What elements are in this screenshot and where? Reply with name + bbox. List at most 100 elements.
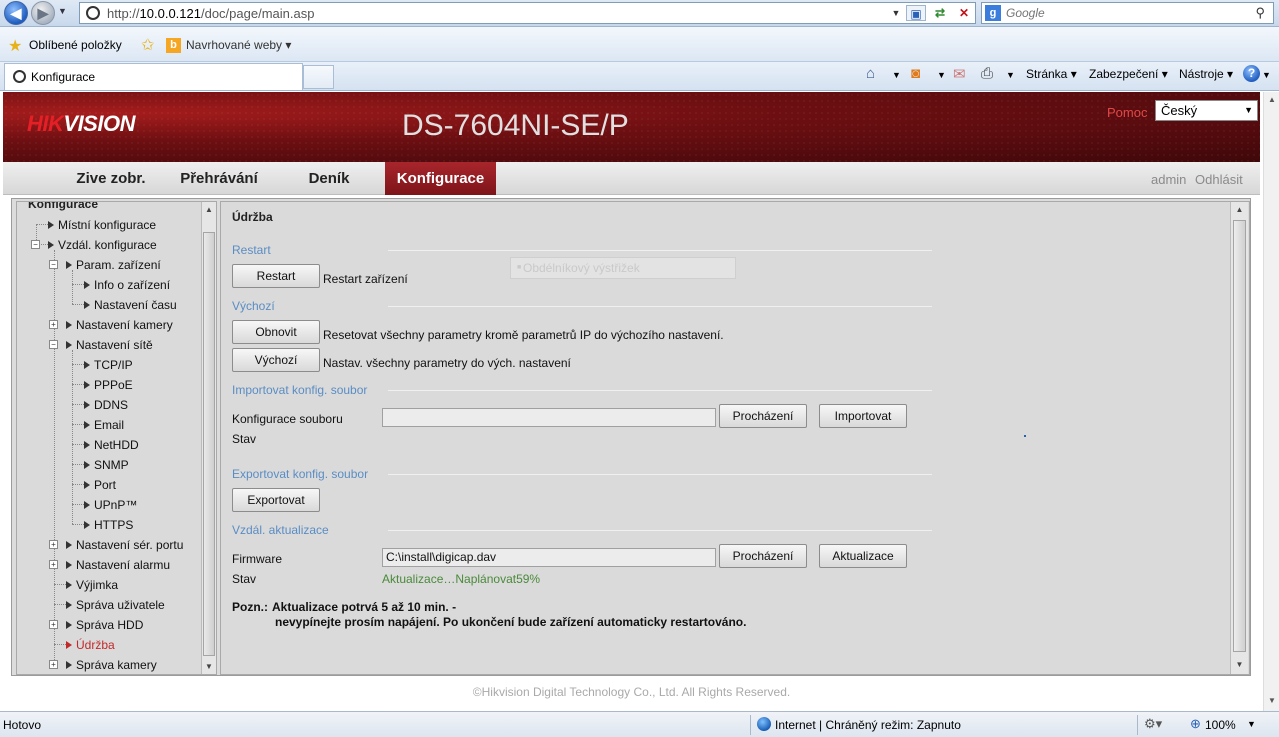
tree-scroll-thumb[interactable] — [203, 232, 215, 656]
history-dropdown-icon[interactable]: ▼ — [58, 6, 67, 16]
language-select[interactable]: Český ▼ — [1155, 100, 1258, 121]
config-file-field[interactable] — [382, 408, 716, 427]
scroll-down-icon[interactable]: ▼ — [1231, 657, 1248, 673]
google-icon[interactable]: g — [985, 5, 1001, 21]
import-button[interactable]: Importovat — [819, 404, 907, 428]
expand-camera-management-icon[interactable]: + — [49, 660, 58, 669]
tree-item-upnp[interactable]: UPnP™ — [84, 498, 137, 512]
print-dropdown-icon[interactable]: ▼ — [1006, 70, 1015, 80]
home-dropdown-icon[interactable]: ▼ — [892, 70, 901, 80]
zoom-dropdown-icon[interactable]: ▼ — [1247, 719, 1256, 729]
default-button[interactable]: Výchozí — [232, 348, 320, 372]
scroll-up-icon[interactable]: ▲ — [202, 202, 216, 217]
mail-icon[interactable]: ✉ — [953, 65, 966, 83]
favorites-button[interactable]: Oblíbené položky — [29, 38, 122, 52]
url-field[interactable]: http://10.0.0.121/doc/page/main.asp ▼ ▣ … — [79, 2, 976, 24]
tree-item-hdd-management[interactable]: Správa HDD — [66, 618, 143, 632]
tree-item-ddns[interactable]: DDNS — [84, 398, 128, 412]
url-dropdown-icon[interactable]: ▼ — [886, 5, 906, 21]
tree-item-network-settings[interactable]: Nastavení sítě — [66, 338, 153, 352]
restart-button[interactable]: Restart — [232, 264, 320, 288]
expand-serial-port-icon[interactable]: + — [49, 540, 58, 549]
print-icon[interactable]: ⎙ — [981, 65, 993, 82]
tree-item-remote-config[interactable]: Vzdál. konfigurace — [48, 238, 157, 252]
scroll-down-icon[interactable]: ▼ — [202, 659, 216, 674]
refresh-icon[interactable]: ⇄ — [930, 5, 950, 21]
tree-item-device-info[interactable]: Info o zařízení — [84, 278, 170, 292]
tree-item-pppoe[interactable]: PPPoE — [84, 378, 133, 392]
tree-item-local-config[interactable]: Místní konfigurace — [48, 218, 156, 232]
tree-item-user-management[interactable]: Správa uživatele — [66, 598, 165, 612]
note-label: Pozn.: — [232, 600, 268, 614]
tree-item-device-params[interactable]: Param. zařízení — [66, 258, 161, 272]
help-dropdown-icon[interactable]: ▼ — [1262, 70, 1271, 80]
tree-scrollbar[interactable]: ▲ ▼ — [201, 202, 216, 674]
collapse-device-params-icon[interactable]: − — [49, 260, 58, 269]
browse-config-button[interactable]: Procházení — [719, 404, 807, 428]
expand-camera-settings-icon[interactable]: + — [49, 320, 58, 329]
tree-item-nethdd[interactable]: NetHDD — [84, 438, 139, 452]
forward-button[interactable]: ▶ — [31, 1, 55, 25]
help-icon[interactable]: ? — [1243, 65, 1260, 82]
search-box[interactable]: g ⚲ — [981, 2, 1274, 24]
browse-firmware-button[interactable]: Procházení — [719, 544, 807, 568]
favorites-star-icon[interactable]: ★ — [8, 36, 22, 56]
feed-dropdown-icon[interactable]: ▼ — [937, 70, 946, 80]
tree-item-snmp[interactable]: SNMP — [84, 458, 129, 472]
panel-scrollbar[interactable]: ▲ ▼ — [1230, 202, 1248, 674]
tree-item-camera-management[interactable]: Správa kamery — [66, 658, 157, 672]
tab-configuration[interactable]: Konfigurace — [385, 162, 496, 195]
expand-hdd-management-icon[interactable]: + — [49, 620, 58, 629]
tab-live-view[interactable]: Zive zobr. — [58, 162, 164, 195]
tree-item-exception[interactable]: Výjimka — [66, 578, 118, 592]
tab-playback[interactable]: Přehrávání — [164, 162, 274, 195]
tree-item-port[interactable]: Port — [84, 478, 116, 492]
tab-log[interactable]: Deník — [274, 162, 384, 195]
suggested-sites-button[interactable]: Navrhované weby ▾ — [186, 38, 291, 52]
tree-item-alarm-settings[interactable]: Nastavení alarmu — [66, 558, 170, 572]
back-button[interactable]: ◀ — [4, 1, 28, 25]
rss-feed-icon[interactable]: ◙ — [911, 65, 920, 82]
collapse-network-settings-icon[interactable]: − — [49, 340, 58, 349]
stop-icon[interactable]: ✕ — [954, 5, 974, 21]
popup-blocker-icon[interactable]: ⚙▾ — [1144, 716, 1162, 732]
scroll-down-icon[interactable]: ▼ — [1264, 693, 1279, 709]
add-favorite-icon[interactable]: ✩ — [141, 35, 154, 55]
scroll-up-icon[interactable]: ▲ — [1231, 202, 1248, 218]
zoom-icon[interactable]: ⊕ — [1190, 716, 1201, 732]
help-link[interactable]: Pomoc — [1107, 105, 1147, 120]
bing-icon: b — [166, 38, 181, 53]
firmware-field[interactable]: C:\install\digicap.dav — [382, 548, 716, 567]
zoom-level[interactable]: 100% — [1205, 718, 1236, 732]
tree-item-https[interactable]: HTTPS — [84, 518, 133, 532]
tree-item-time-settings[interactable]: Nastavení času — [84, 298, 177, 312]
page-globe-icon — [86, 6, 100, 20]
tools-menu[interactable]: Nástroje ▾ — [1179, 67, 1233, 81]
scroll-up-icon[interactable]: ▲ — [1264, 92, 1279, 108]
section-restart: Restart — [232, 243, 271, 257]
search-input[interactable] — [1006, 5, 1236, 21]
expand-alarm-settings-icon[interactable]: + — [49, 560, 58, 569]
browser-status-bar: Hotovo Internet | Chráněný režim: Zapnut… — [0, 711, 1279, 737]
panel-scroll-thumb[interactable] — [1233, 220, 1246, 652]
tree-item-email[interactable]: Email — [84, 418, 124, 432]
tree-item-serial-port[interactable]: Nastavení sér. portu — [66, 538, 183, 552]
tree-item-maintenance[interactable]: Údržba — [66, 638, 115, 652]
search-icon[interactable]: ⚲ — [1255, 5, 1265, 21]
browser-tab-active[interactable]: Konfigurace — [4, 63, 303, 90]
tree-item-camera-settings[interactable]: Nastavení kamery — [66, 318, 173, 332]
new-tab-button[interactable] — [303, 65, 334, 89]
security-menu[interactable]: Zabezpečení ▾ — [1089, 67, 1168, 81]
tab-bar: Konfigurace ⌂ ▼ ◙ ▼ ✉ ⎙ ▼ Stránka ▾ Zabe… — [0, 62, 1279, 91]
page-scrollbar[interactable]: ▲ ▼ — [1263, 92, 1279, 711]
compatibility-view-icon[interactable]: ▣ — [906, 5, 926, 21]
page-menu[interactable]: Stránka ▾ — [1026, 67, 1077, 81]
security-zone[interactable]: Internet | Chráněný režim: Zapnuto — [775, 718, 961, 732]
export-button[interactable]: Exportovat — [232, 488, 320, 512]
tree-item-tcpip[interactable]: TCP/IP — [84, 358, 133, 372]
logout-link[interactable]: Odhlásit — [1195, 172, 1243, 187]
home-icon[interactable]: ⌂ — [866, 65, 875, 82]
collapse-remote-config-icon[interactable]: − — [31, 240, 40, 249]
upgrade-button[interactable]: Aktualizace — [819, 544, 907, 568]
restore-button[interactable]: Obnovit — [232, 320, 320, 344]
